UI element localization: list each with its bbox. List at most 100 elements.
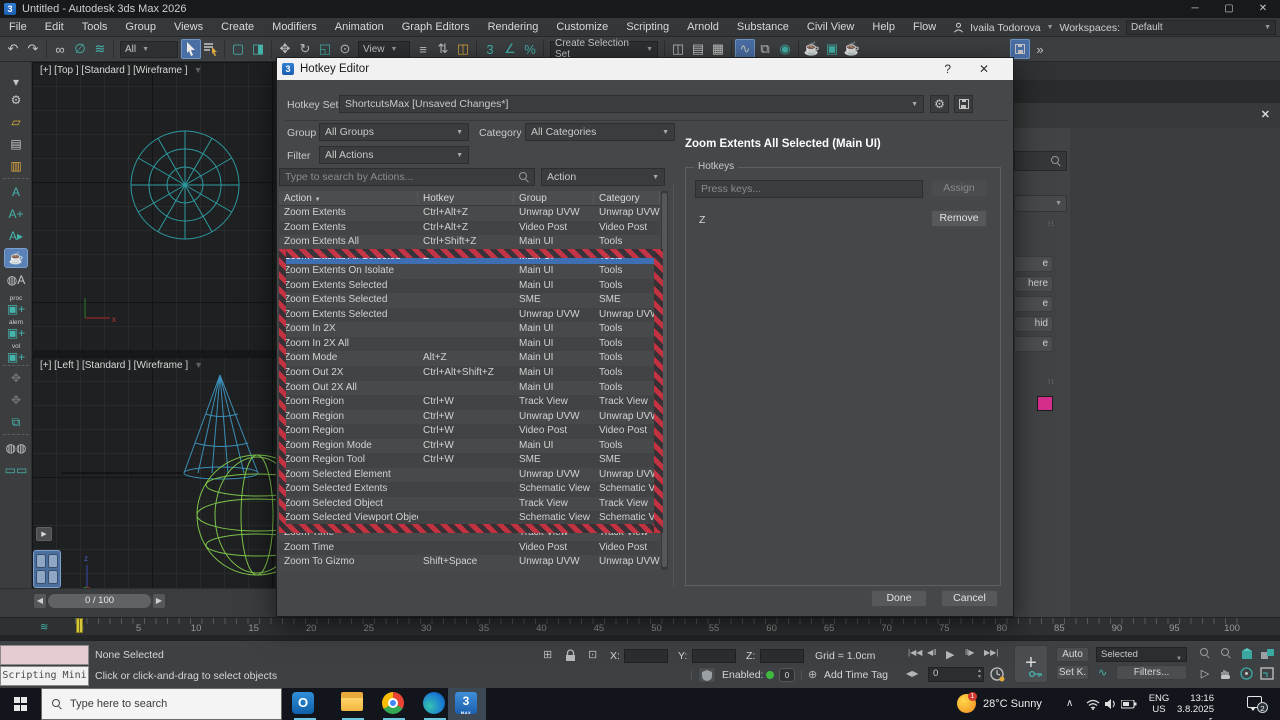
save-scene-icon[interactable] (1010, 39, 1030, 59)
animation-shield-button[interactable] (698, 667, 716, 683)
table-row[interactable]: Zoom Extents SelectedMain UITools (279, 279, 660, 294)
run-editor-script-icon[interactable]: A▸ (4, 226, 28, 246)
table-row[interactable]: Zoom RegionCtrl+WTrack ViewTrack View (279, 395, 660, 410)
link-icon[interactable]: ∞ (50, 39, 70, 59)
previous-frame-button[interactable]: ◀ (34, 594, 46, 608)
hotkey-set-settings-button[interactable]: ⚙ (930, 95, 949, 113)
undo-icon[interactable]: ↶ (3, 39, 23, 59)
clock[interactable]: 13:163.8.2025 г. (1172, 693, 1214, 720)
move-icon[interactable]: ✥ (275, 39, 295, 59)
object-type-button-fragment[interactable]: e (1014, 336, 1053, 352)
snap-3d-icon[interactable]: 3 (480, 39, 500, 59)
new-key-curve-icon[interactable]: ∿ (1098, 666, 1107, 679)
run-script-icon[interactable]: ▥ (4, 156, 28, 176)
redo-icon[interactable]: ↷ (23, 39, 43, 59)
table-row[interactable]: Zoom In 2XMain UITools (279, 322, 660, 337)
edge-icon[interactable] (423, 692, 447, 716)
menu-civil-view[interactable]: Civil View (798, 18, 863, 37)
press-keys-input[interactable]: Press keys... (695, 180, 923, 198)
table-row[interactable]: Zoom Selected ExtentsSchematic ViewSchem… (279, 482, 660, 497)
new-script-editor-icon[interactable]: A+ (4, 204, 28, 224)
viewport-left[interactable]: [+] [Left ] [Standard ] [Wireframe ]▼ (32, 357, 276, 617)
file-explorer-icon[interactable] (341, 692, 365, 716)
time-slider[interactable]: 0 / 100 (48, 594, 151, 608)
object-type-button-fragment[interactable]: e (1014, 296, 1053, 312)
frame-number-spinner[interactable]: 0▲▼ (928, 667, 984, 682)
table-row[interactable]: Zoom Extents SelectedSMESME (279, 293, 660, 308)
create-procedural-icon[interactable]: proc▣+ (4, 294, 28, 314)
cancel-button[interactable]: Cancel (941, 590, 998, 607)
time-configuration-icon[interactable] (989, 666, 1005, 682)
table-row[interactable]: Zoom RegionCtrl+WVideo PostVideo Post (279, 424, 660, 439)
table-row[interactable]: Zoom TimeVideo PostVideo Post (279, 541, 660, 556)
pan-hand-icon[interactable] (1219, 667, 1232, 680)
z-coordinate-field[interactable] (760, 649, 804, 663)
select-by-name-icon[interactable] (201, 39, 221, 59)
column-header-group[interactable]: Group (514, 191, 594, 205)
orbit-icon[interactable] (1239, 666, 1254, 681)
language-indicator[interactable]: ENGUS (1148, 693, 1170, 715)
object-type-button-fragment[interactable]: e (1014, 256, 1053, 272)
dialog-help-button[interactable]: ? (944, 62, 951, 76)
column-header-hotkey[interactable]: Hotkey (418, 191, 514, 205)
absolute-mode-icon[interactable]: ⊡ (588, 648, 597, 661)
key-filters-button[interactable]: Filters... (1116, 665, 1187, 680)
panel-search-field[interactable] (1014, 151, 1067, 171)
go-to-start-button[interactable]: |◀◀ (908, 648, 922, 657)
table-row[interactable]: Zoom Extents AllCtrl+Shift+ZMain UITools (279, 235, 660, 250)
selection-lock-icon[interactable] (565, 649, 576, 662)
node-link-icon[interactable]: ▭▭ (4, 460, 28, 480)
spinner-snap-icon[interactable]: ⇅ (433, 39, 453, 59)
table-row[interactable]: Zoom Out 2X AllMain UITools (279, 381, 660, 396)
outlook-icon[interactable]: O (292, 692, 316, 716)
menu-modifiers[interactable]: Modifiers (263, 18, 326, 37)
table-row[interactable]: Zoom Region ModeCtrl+WMain UITools (279, 439, 660, 454)
category-dropdown[interactable]: All Categories▼ (525, 123, 675, 141)
zoom-all-icon[interactable] (1217, 645, 1235, 661)
menu-file[interactable]: File (0, 18, 36, 37)
zoom-extents-icon[interactable] (1240, 647, 1255, 661)
previous-key-button[interactable]: ◀‖ (927, 648, 936, 657)
open-script-icon[interactable]: ▱ (4, 112, 28, 132)
table-row[interactable]: Zoom In 2X AllMain UITools (279, 337, 660, 352)
table-row[interactable]: Zoom Extents SelectedUnwrap UVWUnwrap UV… (279, 308, 660, 323)
field-of-view-icon[interactable]: ▷ (1196, 665, 1214, 681)
set-keys-button[interactable]: + (1014, 645, 1048, 683)
physics-tool-icon[interactable]: ✥ (4, 368, 28, 388)
menu-arnold[interactable]: Arnold (678, 18, 728, 37)
unlink-icon[interactable]: ∅ (70, 39, 90, 59)
3dsmax-taskbar-icon[interactable]: 3MAX (455, 692, 479, 716)
place-icon[interactable]: ⊙ (335, 39, 355, 59)
maximize-viewport-icon[interactable] (1260, 667, 1274, 680)
object-type-button-fragment[interactable]: here (1014, 276, 1053, 292)
render-teapot-icon[interactable]: ☕ (4, 248, 28, 268)
menu-customize[interactable]: Customize (547, 18, 617, 37)
menu-substance[interactable]: Substance (728, 18, 798, 37)
chrome-icon[interactable] (382, 692, 406, 716)
mirror-icon[interactable]: ◫ (668, 39, 688, 59)
column-header-action[interactable]: Action ▼ (279, 191, 418, 205)
dialog-close-button[interactable]: ✕ (979, 62, 989, 76)
group-dropdown[interactable]: All Groups▼ (319, 123, 469, 141)
menu-views[interactable]: Views (165, 18, 212, 37)
done-button[interactable]: Done (871, 590, 927, 607)
rect-region-icon[interactable]: ▢ (228, 39, 248, 59)
rotate-icon[interactable]: ↻ (295, 39, 315, 59)
start-button[interactable] (0, 688, 41, 720)
select-object-icon[interactable] (181, 39, 201, 59)
table-row[interactable]: Zoom Region ToolCtrl+WSMESME (279, 453, 660, 468)
selection-filter-dropdown[interactable]: All▼ (120, 41, 178, 58)
menu-group[interactable]: Group (116, 18, 165, 37)
table-row[interactable]: Zoom Extents All SelectedZMain UITools (279, 250, 660, 265)
curve-editor-icon[interactable]: ∿ (735, 39, 755, 59)
expand-trackbar-button[interactable]: ▶ (36, 527, 52, 541)
object-type-button-fragment[interactable]: hid (1014, 316, 1053, 332)
hidden-icons-chevron[interactable]: ∧ (1066, 698, 1073, 709)
current-frame-marker[interactable] (76, 618, 83, 633)
next-key-button[interactable]: ‖▶ (965, 648, 974, 657)
filter-dropdown[interactable]: All Actions▼ (319, 146, 469, 164)
track-bar[interactable]: ≋ 05101520253035404550556065707580859095… (0, 617, 1280, 640)
scripting-mini-label[interactable]: Scripting Mini (0, 666, 89, 686)
material-editor-icon[interactable]: ◉ (775, 39, 795, 59)
create-volume-icon[interactable]: vol▣+ (4, 342, 28, 362)
